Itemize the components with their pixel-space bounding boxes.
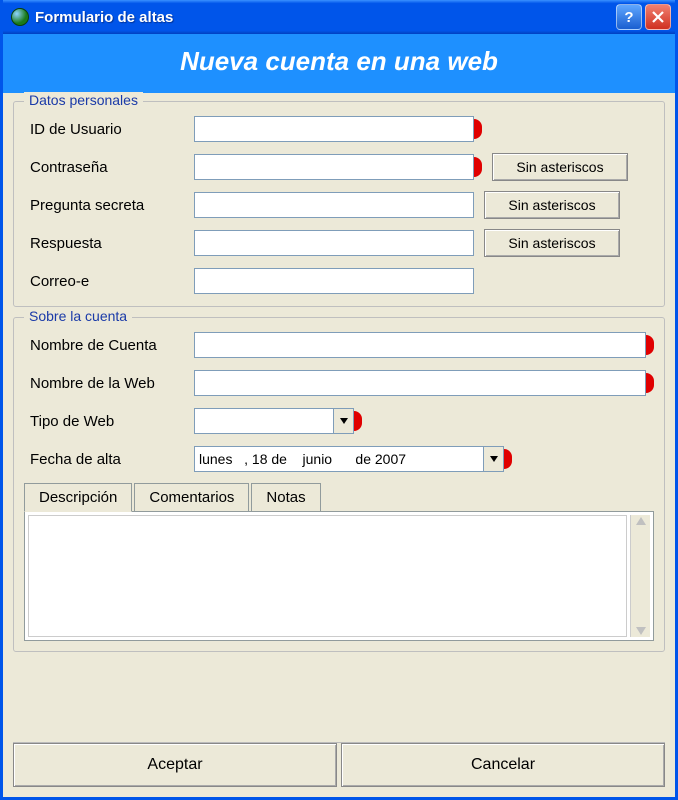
label-user-id: ID de Usuario <box>24 121 194 138</box>
row-account-name: Nombre de Cuenta <box>24 330 654 360</box>
field-wrap <box>194 154 482 180</box>
web-type-select[interactable] <box>194 408 354 434</box>
field-wrap <box>194 230 474 256</box>
row-email: Correo-e <box>24 266 654 296</box>
close-button[interactable] <box>645 4 671 30</box>
row-user-id: ID de Usuario <box>24 114 654 144</box>
date-dropdown-button[interactable] <box>483 447 503 471</box>
field-wrap: lunes , 18 de junio de 2007 <box>194 446 512 472</box>
row-web-type: Tipo de Web <box>24 406 654 436</box>
label-web-name: Nombre de la Web <box>24 375 194 392</box>
personal-data-group: Datos personales ID de Usuario Contraseñ… <box>13 101 665 307</box>
row-answer: Respuesta Sin asteriscos <box>24 228 654 258</box>
dropdown-button[interactable] <box>333 409 353 433</box>
chevron-down-icon <box>490 456 498 462</box>
header-band: Nueva cuenta en una web <box>3 34 675 93</box>
scroll-up-icon <box>636 517 646 525</box>
row-password: Contraseña Sin asteriscos <box>24 152 654 182</box>
label-web-type: Tipo de Web <box>24 413 194 430</box>
password-input[interactable] <box>194 154 474 180</box>
required-marker-icon <box>646 335 654 355</box>
content-area: Datos personales ID de Usuario Contraseñ… <box>3 93 675 797</box>
row-reg-date: Fecha de alta lunes , 18 de junio de 200… <box>24 444 654 474</box>
required-marker-icon <box>354 411 362 431</box>
required-marker-icon <box>474 157 482 177</box>
dialog-footer: Aceptar Cancelar <box>13 742 665 787</box>
label-email: Correo-e <box>24 273 194 290</box>
required-marker-icon <box>474 119 482 139</box>
label-password: Contraseña <box>24 159 194 176</box>
reg-date-value: lunes , 18 de junio de 2007 <box>195 451 483 467</box>
tab-notes[interactable]: Notas <box>251 483 320 512</box>
group-title-personal: Datos personales <box>24 92 143 108</box>
answer-input[interactable] <box>194 230 474 256</box>
titlebar-buttons: ? <box>616 4 671 30</box>
field-wrap <box>194 268 474 294</box>
label-reg-date: Fecha de alta <box>24 451 194 468</box>
group-title-account: Sobre la cuenta <box>24 308 132 324</box>
scroll-down-icon <box>636 627 646 635</box>
row-web-name: Nombre de la Web <box>24 368 654 398</box>
row-secret-question: Pregunta secreta Sin asteriscos <box>24 190 654 220</box>
field-wrap <box>194 116 482 142</box>
field-wrap <box>194 332 654 358</box>
email-input[interactable] <box>194 268 474 294</box>
description-textarea[interactable] <box>28 515 627 637</box>
account-name-input[interactable] <box>194 332 646 358</box>
secret-question-input[interactable] <box>194 192 474 218</box>
tab-content <box>24 511 654 641</box>
field-wrap <box>194 408 362 434</box>
required-marker-icon <box>646 373 654 393</box>
account-group: Sobre la cuenta Nombre de Cuenta Nombre … <box>13 317 665 652</box>
user-id-input[interactable] <box>194 116 474 142</box>
page-title: Nueva cuenta en una web <box>3 46 675 77</box>
no-asterisks-button-1[interactable]: Sin asteriscos <box>492 153 628 181</box>
chevron-down-icon <box>340 418 348 424</box>
titlebar: Formulario de altas ? <box>3 0 675 34</box>
label-answer: Respuesta <box>24 235 194 252</box>
accept-button[interactable]: Aceptar <box>13 743 337 787</box>
help-button[interactable]: ? <box>616 4 642 30</box>
field-wrap <box>194 370 654 396</box>
app-icon <box>11 8 29 26</box>
field-wrap <box>194 192 474 218</box>
window-title: Formulario de altas <box>35 9 616 26</box>
label-secret-question: Pregunta secreta <box>24 197 194 214</box>
tab-strip: Descripción Comentarios Notas <box>24 482 654 511</box>
no-asterisks-button-2[interactable]: Sin asteriscos <box>484 191 620 219</box>
close-icon <box>652 11 664 23</box>
required-marker-icon <box>504 449 512 469</box>
web-name-input[interactable] <box>194 370 646 396</box>
no-asterisks-button-3[interactable]: Sin asteriscos <box>484 229 620 257</box>
tab-comments[interactable]: Comentarios <box>134 483 249 512</box>
reg-date-picker[interactable]: lunes , 18 de junio de 2007 <box>194 446 504 472</box>
cancel-button[interactable]: Cancelar <box>341 743 665 787</box>
label-account-name: Nombre de Cuenta <box>24 337 194 354</box>
tab-description[interactable]: Descripción <box>24 483 132 512</box>
dialog-window: Formulario de altas ? Nueva cuenta en un… <box>0 0 678 800</box>
help-icon: ? <box>624 9 633 26</box>
scrollbar[interactable] <box>630 515 650 637</box>
